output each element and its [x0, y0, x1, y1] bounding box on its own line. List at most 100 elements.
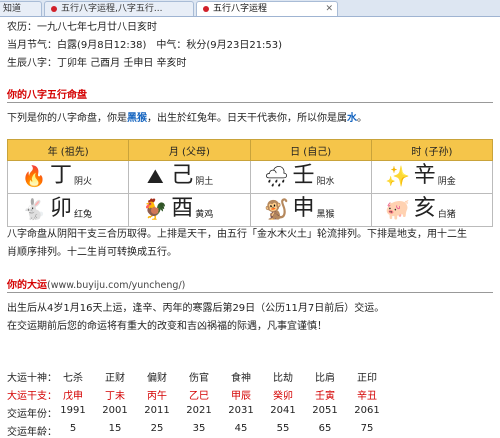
- intro-text: 。: [357, 113, 367, 124]
- browser-tab-bar: 知道 五行八字运程,八字五行... 五行八字运程 ✕: [0, 0, 500, 17]
- favicon-icon: [203, 5, 209, 12]
- stem-cell-year: 🔥 丁 阴火: [6, 160, 130, 194]
- day-master-animal: 黑猴: [127, 113, 147, 124]
- coins-icon: ✨: [385, 164, 411, 188]
- lunar-date: 农历：一九八七年七月廿八日亥时: [7, 22, 157, 33]
- birth-pillars: 生辰八字：丁卯年 己酉月 壬申日 辛亥时: [7, 58, 187, 69]
- branch-cell-day: 🐒 申 黑猴: [249, 193, 372, 227]
- stem-desc: 阴土: [195, 177, 214, 187]
- dayun-pillar: 丁未: [105, 391, 125, 402]
- earth-icon: ⛰: [146, 164, 164, 188]
- stem-desc: 阴金: [437, 177, 456, 187]
- dayun-year: 2001: [102, 405, 128, 416]
- tab-wuxing-bazi-1[interactable]: 五行八字运程,八字五行...: [44, 1, 194, 16]
- stem-char: 壬: [292, 163, 315, 188]
- day-master-element: 水: [347, 113, 357, 124]
- divider: [7, 292, 493, 293]
- dayun-pillar: 甲辰: [231, 391, 251, 402]
- stem-char: 己: [171, 163, 194, 188]
- monkey-icon: 🐒: [264, 197, 289, 221]
- bazi-section-title: 你的八字五行命盘: [7, 90, 87, 101]
- row-label: 大运干支：: [7, 391, 57, 402]
- stem-cell-month: ⛰ 己 阴土: [128, 160, 251, 194]
- rain-icon: 🌧: [263, 164, 290, 188]
- column-header-year: 年 (祖先): [6, 139, 130, 161]
- ten-god: 正印: [357, 373, 377, 384]
- stem-desc: 阴火: [74, 177, 93, 187]
- column-header-hour: 时 (子孙): [370, 139, 494, 161]
- intro-text: 下列是你的八字命盘，你是: [7, 113, 127, 124]
- dayun-age: 5: [69, 423, 77, 434]
- dayun-age: 25: [150, 423, 164, 434]
- intro-text: ，出生於红兔年。日天干代表你，所以你是属: [147, 113, 347, 124]
- bazi-explanation-1: 八字命盘从阴阳干支三合历取得。上排是天干，由五行「金水木火土」轮流排列。下排是地…: [7, 229, 467, 240]
- branch-char: 酉: [171, 196, 194, 221]
- bazi-chart: 年 (祖先) 月 (父母) 日 (自己) 时 (子孙) 🔥 丁 阴火 ⛰ 己 阴…: [6, 139, 494, 227]
- stem-desc: 阳水: [316, 177, 335, 187]
- bazi-explanation-2: 肖顺序排列。十二生肖可转换成五行。: [7, 247, 177, 258]
- fire-icon: 🔥: [21, 164, 47, 188]
- ten-god: 伤官: [189, 373, 209, 384]
- branch-char: 申: [292, 196, 315, 221]
- branch-cell-hour: 🐖 亥 白猪: [370, 193, 494, 227]
- branch-desc: 白猪: [437, 210, 456, 220]
- dayun-section-title: 你的大运(www.buyiju.com/yuncheng/): [7, 276, 185, 291]
- branch-char: 亥: [413, 196, 436, 221]
- ten-god: 比劫: [273, 373, 293, 384]
- tab-label: 知道: [3, 4, 22, 14]
- branch-desc: 黑猴: [316, 210, 335, 220]
- ten-god: 比肩: [315, 373, 335, 384]
- dayun-year: 2061: [354, 405, 380, 416]
- bazi-intro: 下列是你的八字命盘，你是黑猴，出生於红兔年。日天干代表你，所以你是属水。: [7, 109, 367, 124]
- branch-char: 卯: [50, 196, 73, 221]
- dayun-age: 45: [234, 423, 248, 434]
- dayun-url-link[interactable]: (www.buyiju.com/yuncheng/): [47, 280, 185, 291]
- dayun-year: 2011: [144, 405, 170, 416]
- column-header-month: 月 (父母): [128, 139, 251, 161]
- column-header-day: 日 (自己): [249, 139, 372, 161]
- row-label: 交运年龄：: [7, 427, 57, 438]
- dayun-desc-2: 在交运期前后您的命运将有重大的改变和吉凶祸福的际遇，凡事宜谨慎！: [7, 321, 327, 332]
- dayun-pillar: 癸卯: [273, 391, 293, 402]
- dayun-age: 35: [192, 423, 206, 434]
- dayun-pillar: 丙午: [147, 391, 167, 402]
- dayun-age: 55: [276, 423, 290, 434]
- branch-desc: 红兔: [74, 210, 93, 220]
- dayun-pillar: 戊申: [63, 391, 83, 402]
- dayun-year: 1991: [60, 405, 86, 416]
- ten-god: 七杀: [63, 373, 83, 384]
- tab-label: 五行八字运程: [213, 4, 268, 14]
- dayun-age: 75: [360, 423, 374, 434]
- dayun-year: 2021: [186, 405, 212, 416]
- dayun-age: 15: [108, 423, 122, 434]
- pig-icon: 🐖: [385, 197, 411, 221]
- stem-char: 丁: [50, 163, 73, 188]
- dayun-year: 2051: [312, 405, 338, 416]
- stem-cell-day: 🌧 壬 阳水: [249, 160, 372, 194]
- close-icon[interactable]: ✕: [325, 2, 333, 16]
- ten-god: 偏财: [147, 373, 167, 384]
- rooster-icon: 🐓: [142, 197, 168, 221]
- ten-god: 食神: [231, 373, 251, 384]
- dayun-desc-1: 出生后从4岁1月16天上运，逢辛、丙年的寒露后第29日（公历11月7日前后）交运…: [7, 303, 385, 314]
- dayun-title: 你的大运: [7, 280, 47, 291]
- tab-zhidao[interactable]: 知道: [0, 1, 42, 16]
- ten-god: 正财: [105, 373, 125, 384]
- tab-label: 五行八字运程,八字五行...: [61, 4, 163, 14]
- row-label: 交运年份：: [7, 409, 57, 420]
- row-label: 大运十神：: [7, 373, 57, 384]
- tab-wuxing-bazi-active[interactable]: 五行八字运程 ✕: [196, 1, 338, 16]
- rabbit-icon: 🐇: [21, 197, 47, 221]
- dayun-year: 2041: [270, 405, 296, 416]
- divider: [7, 102, 493, 103]
- favicon-icon: [51, 5, 57, 12]
- branch-cell-month: 🐓 酉 黄鸡: [128, 193, 251, 227]
- branch-cell-year: 🐇 卯 红兔: [6, 193, 130, 227]
- solar-term: 当月节气：白露(9月8日12:38) 中气：秋分(9月23日21:53): [7, 40, 283, 51]
- branch-desc: 黄鸡: [195, 210, 214, 220]
- dayun-year: 2031: [228, 405, 254, 416]
- stem-cell-hour: ✨ 辛 阴金: [370, 160, 494, 194]
- dayun-pillar: 壬寅: [315, 391, 335, 402]
- dayun-pillar: 乙巳: [189, 391, 209, 402]
- dayun-age: 65: [318, 423, 332, 434]
